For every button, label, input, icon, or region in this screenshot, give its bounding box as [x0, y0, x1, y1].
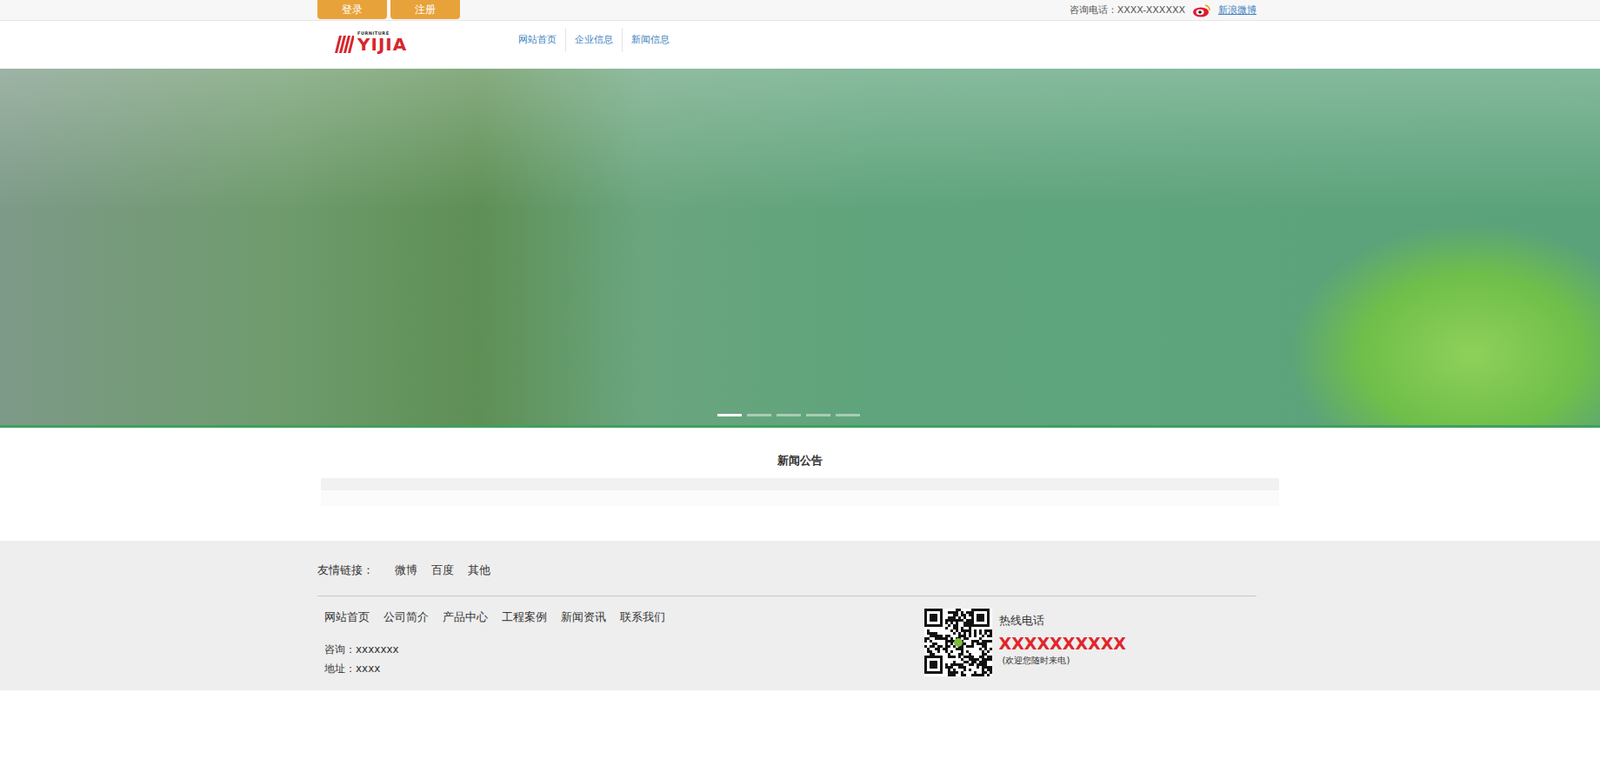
news-list	[320, 478, 1280, 507]
phone-text: 咨询电话：XXXX-XXXXXX	[1069, 3, 1186, 19]
friend-link[interactable]: 微博	[394, 561, 418, 580]
consult-text: 咨询：xxxxxxx	[324, 640, 666, 660]
friend-link[interactable]: 百度	[431, 561, 454, 580]
carousel-indicator[interactable]	[835, 413, 860, 417]
footer-menu-item[interactable]: 工程案例	[501, 608, 547, 627]
logo-text: YIJIA	[357, 35, 407, 54]
banner	[0, 68, 1600, 428]
links-label: 友情链接：	[317, 561, 374, 580]
footer-menu-item[interactable]: 新闻资讯	[560, 608, 607, 627]
footer-menu-item[interactable]: 联系我们	[620, 608, 666, 627]
hotline-note: (欢迎您随时来电)	[999, 653, 1127, 667]
carousel-indicator[interactable]	[717, 413, 742, 417]
hotline-number: XXXXXXXXXX	[999, 633, 1127, 655]
carousel-indicator[interactable]	[746, 413, 772, 417]
footer: 友情链接：微博百度其他网站首页公司简介产品中心工程案例新闻资讯联系我们咨询：xx…	[0, 540, 1600, 691]
weibo-icon	[1192, 3, 1212, 18]
footer-menu-item[interactable]: 产品中心	[442, 608, 488, 627]
logo-icon	[334, 33, 354, 54]
friend-link[interactable]: 其他	[467, 561, 491, 580]
nav-item[interactable]: 企业信息	[565, 27, 622, 53]
hotline-label: 热线电话	[999, 612, 1127, 630]
carousel-indicator[interactable]	[806, 413, 831, 417]
carousel-indicator[interactable]	[776, 413, 801, 417]
friend-links: 友情链接： 微博百度其他	[317, 561, 1257, 580]
carousel-indicators	[717, 413, 860, 417]
logo[interactable]: FURNITUREYIJIA	[334, 31, 407, 54]
news-title: 新闻公告	[0, 427, 1600, 479]
main-nav: 网站首页企业信息新闻信息	[509, 27, 679, 53]
login-button[interactable]: 登录	[317, 0, 387, 20]
nav-item[interactable]: 网站首页	[509, 27, 566, 53]
weibo-link[interactable]: 新浪微博	[1218, 3, 1257, 19]
qr-code-icon	[924, 608, 993, 677]
top-bar: 登录注册 咨询电话：XXXX-XXXXXX 新浪微博	[0, 0, 1600, 21]
nav-item[interactable]: 新闻信息	[621, 27, 679, 53]
footer-menu-item[interactable]: 公司简介	[383, 608, 429, 627]
footer-menu-item[interactable]: 网站首页	[324, 608, 370, 627]
footer-menu: 网站首页公司简介产品中心工程案例新闻资讯联系我们	[324, 608, 666, 627]
register-button[interactable]: 注册	[390, 0, 460, 20]
address-text: 地址：xxxx	[324, 659, 666, 679]
header: FURNITUREYIJIA 网站首页企业信息新闻信息	[0, 20, 1600, 69]
divider	[317, 595, 1257, 597]
